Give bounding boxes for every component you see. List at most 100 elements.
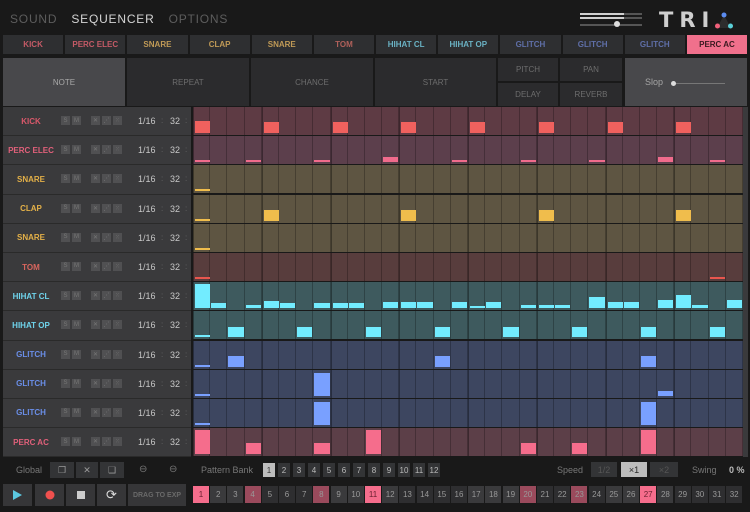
step-cell[interactable] [623, 369, 640, 398]
step-cell[interactable] [536, 311, 554, 340]
step-number-button[interactable]: 27 [640, 486, 657, 503]
step-cell[interactable] [468, 340, 486, 369]
division-arrows-icon[interactable]: : [161, 408, 163, 417]
step-cell[interactable] [657, 428, 675, 457]
clear-icon[interactable]: ✕ [91, 232, 100, 242]
step-cell[interactable] [365, 369, 383, 398]
step-cell[interactable] [193, 253, 211, 281]
mode-chance[interactable]: CHANCE [251, 58, 373, 106]
step-cell[interactable] [365, 253, 383, 281]
step-cell[interactable] [709, 107, 726, 135]
step-division[interactable]: 1/16 [138, 437, 156, 447]
clear-icon[interactable]: ✕ [91, 437, 100, 447]
pattern-bank-button[interactable]: 1 [263, 463, 275, 477]
step-cell[interactable] [365, 428, 383, 457]
pattern-bank-button[interactable]: 12 [428, 463, 440, 477]
step-cell[interactable] [691, 282, 709, 311]
step-cell[interactable] [726, 223, 743, 252]
clear-icon[interactable]: ✕ [91, 261, 100, 271]
step-cell[interactable] [691, 399, 709, 427]
step-velocity-bar[interactable] [245, 304, 261, 309]
step-division[interactable]: 1/16 [138, 204, 156, 214]
step-cell[interactable] [382, 282, 400, 311]
step-cell[interactable] [416, 369, 434, 398]
step-velocity-bar[interactable] [640, 402, 657, 425]
step-number-button[interactable]: 10 [347, 486, 364, 503]
step-cell[interactable] [468, 311, 486, 340]
step-cell[interactable] [536, 369, 554, 398]
step-cell[interactable] [279, 399, 297, 427]
step-cell[interactable] [691, 253, 709, 281]
step-cell[interactable] [657, 399, 675, 427]
step-cell[interactable] [468, 223, 486, 252]
step-cell[interactable] [296, 107, 314, 135]
track-tab-hihat-cl[interactable]: HIHAT CL [376, 35, 437, 54]
step-cell[interactable] [485, 399, 503, 427]
step-cell[interactable] [657, 223, 675, 252]
step-cell[interactable] [261, 399, 279, 427]
randomize-icon[interactable]: ⋰ [102, 407, 111, 417]
pattern-length[interactable]: 32 [170, 262, 180, 272]
step-velocity-bar[interactable] [520, 443, 536, 455]
step-cell[interactable] [554, 428, 572, 457]
randomize-icon[interactable]: ⋰ [102, 349, 111, 359]
drag-to-export-button[interactable]: DRAG TO EXP [128, 484, 186, 506]
step-cell[interactable] [588, 399, 606, 427]
step-cell[interactable] [536, 194, 554, 223]
step-cell[interactable] [623, 340, 640, 369]
step-cell[interactable] [554, 282, 572, 311]
step-number-button[interactable]: 7 [296, 486, 313, 503]
step-division[interactable]: 1/16 [138, 262, 156, 272]
step-cell[interactable] [451, 428, 468, 457]
solo-button[interactable]: S [61, 349, 70, 359]
solo-button[interactable]: S [61, 203, 70, 213]
step-cell[interactable] [330, 282, 348, 311]
step-cell[interactable] [605, 194, 623, 223]
step-cell[interactable] [674, 369, 692, 398]
step-velocity-bar[interactable] [195, 218, 211, 221]
step-cell[interactable] [502, 340, 520, 369]
step-velocity-bar[interactable] [195, 393, 211, 396]
step-cell[interactable] [657, 311, 675, 340]
step-cell[interactable] [709, 136, 726, 165]
step-velocity-bar[interactable] [348, 302, 364, 309]
step-cell[interactable] [709, 340, 726, 369]
step-cell[interactable] [536, 340, 554, 369]
step-velocity-bar[interactable] [503, 326, 519, 338]
step-cell[interactable] [279, 311, 297, 340]
step-velocity-bar[interactable] [195, 277, 211, 279]
step-velocity-bar[interactable] [401, 302, 417, 309]
step-cell[interactable] [399, 399, 417, 427]
step-cell[interactable] [451, 399, 468, 427]
step-cell[interactable] [502, 223, 520, 252]
dice-icon[interactable]: ⁙ [113, 174, 122, 184]
step-cell[interactable] [726, 311, 743, 340]
clear-icon[interactable]: ✕ [91, 407, 100, 417]
step-cell[interactable] [416, 165, 434, 194]
step-cell[interactable] [640, 194, 658, 223]
division-arrows-icon[interactable]: : [161, 145, 163, 154]
mute-button[interactable]: M [72, 349, 81, 359]
step-velocity-bar[interactable] [709, 277, 725, 279]
step-cell[interactable] [382, 136, 400, 165]
step-cell[interactable] [709, 369, 726, 398]
step-velocity-bar[interactable] [245, 160, 261, 163]
step-cell[interactable] [296, 428, 314, 457]
step-cell[interactable] [261, 428, 279, 457]
solo-button[interactable]: S [61, 232, 70, 242]
track-tab-perc-elec[interactable]: PERC ELEC [65, 35, 126, 54]
step-cell[interactable] [193, 340, 211, 369]
step-cell[interactable] [571, 136, 589, 165]
pattern-length[interactable]: 32 [170, 350, 180, 360]
clear-icon[interactable]: ✕ [91, 145, 100, 155]
step-number-button[interactable]: 28 [657, 486, 674, 503]
global-clear-button[interactable]: ✕ [76, 462, 98, 478]
step-number-button[interactable]: 5 [261, 486, 278, 503]
step-cell[interactable] [674, 223, 692, 252]
step-cell[interactable] [434, 369, 451, 398]
step-velocity-bar[interactable] [263, 209, 279, 221]
step-velocity-bar[interactable] [263, 122, 279, 133]
step-cell[interactable] [416, 253, 434, 281]
solo-button[interactable]: S [61, 145, 70, 155]
step-cell[interactable] [382, 194, 400, 223]
